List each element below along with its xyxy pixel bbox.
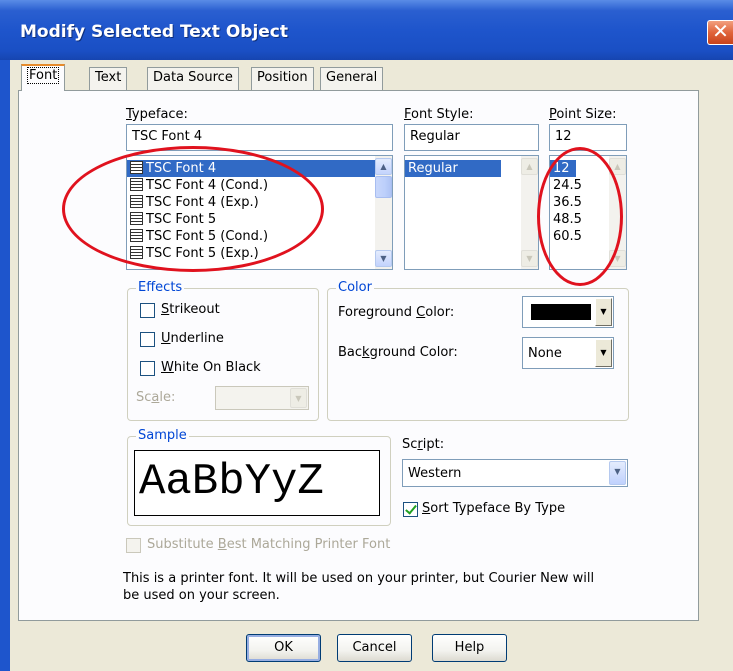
scale-label: Scale:: [136, 390, 176, 405]
typeface-list[interactable]: TSC Font 4 TSC Font 4 (Cond.) TSC Font 4…: [126, 155, 393, 270]
info-text-line2: be used on your screen.: [123, 588, 280, 603]
typeface-input[interactable]: TSC Font 4: [126, 124, 393, 151]
point-size-input-value: 12: [555, 129, 572, 144]
list-item[interactable]: TSC Font 4: [127, 160, 392, 177]
scroll-down-icon: ▼: [609, 250, 626, 267]
ok-button[interactable]: OK: [246, 634, 321, 662]
list-item[interactable]: TSC Font 4 (Cond.): [127, 177, 392, 194]
printer-font-icon: [130, 246, 143, 259]
strikeout-checkbox[interactable]: [140, 303, 155, 318]
foreground-color-swatch: [531, 304, 591, 320]
list-item[interactable]: 12: [550, 160, 576, 177]
white-on-black-label[interactable]: White On Black: [161, 360, 261, 375]
list-item[interactable]: TSC Font 5: [127, 211, 392, 228]
close-icon: ✕: [712, 19, 729, 43]
list-item[interactable]: TSC Font 5 (Cond.): [127, 228, 392, 245]
strikeout-label[interactable]: Strikeout: [161, 302, 220, 317]
chevron-down-icon[interactable]: ▼: [595, 339, 612, 367]
list-item[interactable]: Regular: [405, 160, 501, 177]
tab-text[interactable]: Text: [89, 67, 128, 90]
font-style-scrollbar: ▲ ▼: [521, 156, 538, 269]
tab-position[interactable]: Position: [251, 67, 314, 90]
tab-font[interactable]: Font: [21, 64, 66, 91]
script-label: Script:: [402, 437, 445, 452]
tab-position-label: Position: [257, 70, 308, 85]
chevron-down-icon[interactable]: ▼: [609, 461, 626, 485]
foreground-color-dropdown[interactable]: ▼: [522, 296, 614, 328]
sort-typeface-checkbox[interactable]: [403, 502, 418, 517]
script-value: Western: [408, 466, 462, 481]
font-style-label: Font Style:: [404, 107, 474, 122]
typeface-scrollbar[interactable]: ▲ ▼: [375, 156, 392, 269]
sample-group-title: Sample: [136, 428, 189, 443]
font-style-input-value: Regular: [410, 129, 460, 144]
printer-font-icon: [130, 229, 143, 242]
scroll-down-icon[interactable]: ▼: [375, 250, 392, 267]
effects-group-title: Effects: [136, 280, 185, 295]
chevron-down-icon[interactable]: ▼: [595, 298, 612, 326]
sample-preview: AaBbYyZ: [134, 450, 380, 516]
underline-label[interactable]: Underline: [161, 331, 224, 346]
typeface-label: Typeface:: [126, 107, 188, 122]
substitute-font-checkbox: [126, 538, 141, 553]
point-size-label: Point Size:: [549, 107, 617, 122]
close-button[interactable]: ✕: [707, 20, 733, 45]
point-size-list[interactable]: 12 24.5 36.5 48.5 60.5 ▲ ▼: [549, 155, 627, 270]
sample-text: AaBbYyZ: [139, 457, 324, 507]
scroll-thumb[interactable]: [375, 176, 392, 198]
scroll-up-icon: ▲: [609, 158, 626, 175]
list-item[interactable]: TSC Font 5 (Exp.): [127, 245, 392, 262]
scroll-up-icon: ▲: [521, 158, 538, 175]
help-button[interactable]: Help: [432, 634, 507, 662]
scale-dropdown: ▼: [215, 386, 309, 410]
tab-data-source[interactable]: Data Source: [147, 67, 239, 90]
printer-font-icon: [130, 161, 143, 174]
printer-font-icon: [130, 178, 143, 191]
font-style-input[interactable]: Regular: [404, 124, 539, 151]
background-color-value: None: [528, 346, 562, 361]
font-style-list[interactable]: Regular ▲ ▼: [404, 155, 539, 270]
underline-checkbox[interactable]: [140, 332, 155, 347]
point-size-scrollbar: ▲ ▼: [609, 156, 626, 269]
window-frame: [0, 60, 10, 671]
tab-text-label: Text: [95, 70, 122, 85]
substitute-font-label: Substitute Best Matching Printer Font: [147, 537, 391, 552]
tab-general[interactable]: General: [320, 67, 384, 90]
info-text-line1: This is a printer font. It will be used …: [123, 571, 595, 586]
sort-typeface-label[interactable]: Sort Typeface By Type: [422, 501, 565, 516]
scroll-up-icon[interactable]: ▲: [375, 158, 392, 175]
tab-font-label: Font: [27, 67, 60, 84]
color-group-title: Color: [336, 280, 374, 295]
printer-font-icon: [130, 212, 143, 225]
tab-general-label: General: [326, 70, 378, 85]
dialog-title: Modify Selected Text Object: [20, 22, 288, 42]
script-dropdown[interactable]: Western ▼: [402, 459, 628, 487]
typeface-input-value: TSC Font 4: [132, 129, 203, 144]
tab-data-source-label: Data Source: [153, 70, 233, 85]
point-size-input[interactable]: 12: [549, 124, 627, 151]
white-on-black-checkbox[interactable]: [140, 361, 155, 376]
background-color-dropdown[interactable]: None ▼: [522, 337, 614, 369]
scroll-down-icon: ▼: [521, 250, 538, 267]
chevron-down-icon: ▼: [290, 388, 307, 408]
cancel-button[interactable]: Cancel: [337, 634, 412, 662]
list-item[interactable]: TSC Font 4 (Exp.): [127, 194, 392, 211]
printer-font-icon: [130, 195, 143, 208]
foreground-color-label: Foreground Color:: [338, 305, 455, 320]
background-color-label: Background Color:: [338, 345, 458, 360]
